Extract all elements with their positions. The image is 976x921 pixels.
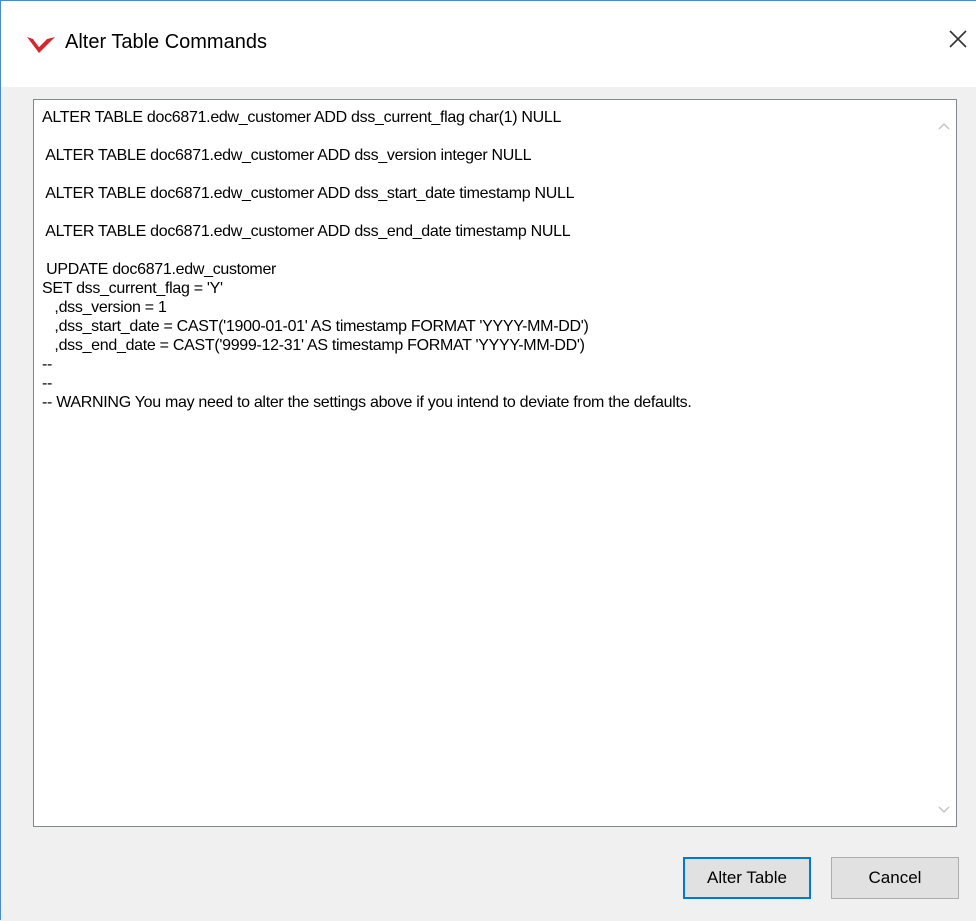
chevron-up-icon bbox=[938, 117, 950, 135]
wherescape-logo-icon bbox=[25, 33, 57, 55]
sql-commands-textarea[interactable]: ALTER TABLE doc6871.edw_customer ADD dss… bbox=[33, 99, 957, 827]
sql-commands-text[interactable]: ALTER TABLE doc6871.edw_customer ADD dss… bbox=[42, 108, 924, 818]
window-title: Alter Table Commands bbox=[65, 31, 267, 53]
dialog-body: ALTER TABLE doc6871.edw_customer ADD dss… bbox=[1, 87, 976, 921]
cancel-button[interactable]: Cancel bbox=[831, 857, 959, 899]
chevron-down-icon bbox=[938, 801, 950, 819]
title-bar[interactable]: Alter Table Commands bbox=[1, 1, 976, 87]
scroll-up-button[interactable] bbox=[932, 114, 956, 138]
close-button[interactable] bbox=[944, 27, 972, 55]
alter-table-button[interactable]: Alter Table bbox=[683, 857, 811, 899]
scroll-down-button[interactable] bbox=[932, 798, 956, 822]
close-icon bbox=[948, 29, 968, 54]
vertical-scrollbar[interactable] bbox=[932, 100, 956, 826]
alter-table-dialog: Alter Table Commands ALTER TABLE doc6871… bbox=[0, 0, 976, 921]
